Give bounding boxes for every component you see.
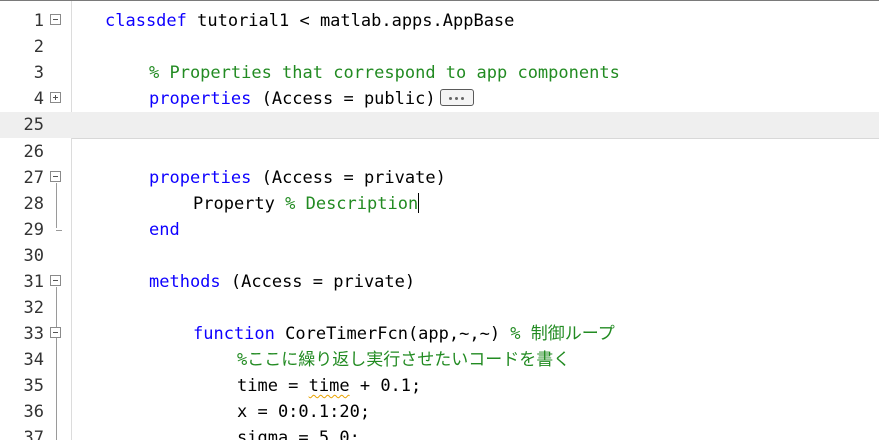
keyword: function <box>193 324 275 344</box>
code-line-37[interactable]: 37 sigma = 5.0; <box>0 425 879 440</box>
fold-collapse-icon[interactable] <box>50 14 61 25</box>
code-text[interactable]: sigma = 5.0; <box>237 425 360 440</box>
code-text[interactable]: properties (Access = public) <box>149 86 474 112</box>
code-identifier: + 0.1; <box>349 376 422 396</box>
code-identifier: tutorial1 < matlab.apps.AppBase <box>186 11 515 31</box>
code-comment[interactable]: % Properties that correspond to app comp… <box>149 60 620 86</box>
code-text[interactable]: classdef tutorial1 < matlab.apps.AppBase <box>105 8 514 34</box>
code-identifier: Property <box>193 194 286 214</box>
code-line-32[interactable]: 32 <box>0 295 879 321</box>
ellipsis-dot-icon <box>448 96 452 100</box>
code-comment: % Description <box>285 194 419 214</box>
code-line-33[interactable]: 33 function CoreTimerFcn(app,~,~) % 制御ルー… <box>0 321 879 347</box>
keyword[interactable]: end <box>149 217 180 243</box>
line-number: 4 <box>33 89 44 109</box>
code-identifier: CoreTimerFcn(app,~,~) <box>274 324 511 344</box>
code-comment: % 制御ループ <box>510 324 615 344</box>
line-number: 26 <box>23 142 44 162</box>
line-number: 36 <box>23 402 44 422</box>
code-identifier: (Access = private) <box>251 168 446 188</box>
code-line-28[interactable]: 28 Property % Description <box>0 191 879 217</box>
keyword: properties <box>149 89 252 109</box>
code-identifier: (Access = public) <box>251 89 436 109</box>
code-identifier: time = <box>237 376 309 396</box>
line-number: 2 <box>33 37 44 57</box>
line-number: 1 <box>33 11 44 31</box>
code-text[interactable]: x = 0:0.1:20; <box>237 399 370 425</box>
code-line-34[interactable]: 34 %ここに繰り返し実行させたいコードを書く <box>0 347 879 373</box>
code-analyzer-warning[interactable]: time <box>309 376 350 396</box>
fold-expand-icon[interactable] <box>50 92 61 103</box>
code-text[interactable]: function CoreTimerFcn(app,~,~) % 制御ループ <box>193 321 615 347</box>
line-number: 34 <box>23 350 44 370</box>
keyword: classdef <box>105 11 187 31</box>
code-text[interactable]: methods (Access = private) <box>149 269 415 295</box>
code-line-27[interactable]: 27 properties (Access = private) <box>0 165 879 191</box>
code-line-30[interactable]: 30 <box>0 243 879 269</box>
code-line-25[interactable]: 25 <box>0 112 879 138</box>
code-line-36[interactable]: 36 x = 0:0.1:20; <box>0 399 879 425</box>
code-identifier: (Access = private) <box>220 272 416 292</box>
code-line-31[interactable]: 31 methods (Access = private) <box>0 269 879 295</box>
code-line-29[interactable]: 29 end <box>0 217 879 243</box>
line-number: 30 <box>23 246 44 266</box>
line-number: 25 <box>23 115 44 135</box>
code-line-4[interactable]: 4 properties (Access = public) <box>0 86 879 112</box>
code-editor[interactable]: 1 classdef tutorial1 < matlab.apps.AppBa… <box>0 0 879 440</box>
line-number: 35 <box>23 376 44 396</box>
collapsed-code-ellipsis-button[interactable] <box>439 88 474 106</box>
fold-end-marker <box>56 230 62 231</box>
code-text[interactable]: properties (Access = private) <box>149 165 446 191</box>
fold-collapse-icon[interactable] <box>50 171 61 182</box>
line-number: 29 <box>23 220 44 240</box>
line-number: 28 <box>23 194 44 214</box>
code-line-1[interactable]: 1 classdef tutorial1 < matlab.apps.AppBa… <box>0 8 879 34</box>
code-line-26[interactable]: 26 <box>0 139 879 165</box>
line-number: 32 <box>23 298 44 318</box>
line-number: 27 <box>23 168 44 188</box>
line-number: 31 <box>23 272 44 292</box>
ellipsis-dot-icon <box>454 96 458 100</box>
fold-collapse-icon[interactable] <box>50 327 61 338</box>
code-line-3[interactable]: 3 % Properties that correspond to app co… <box>0 60 879 86</box>
line-number: 37 <box>23 428 44 440</box>
keyword: methods <box>149 272 221 292</box>
code-comment[interactable]: %ここに繰り返し実行させたいコードを書く <box>237 347 570 373</box>
keyword: properties <box>149 168 252 188</box>
line-number: 33 <box>23 324 44 344</box>
code-text[interactable]: Property % Description <box>193 191 420 217</box>
ellipsis-dot-icon <box>460 96 464 100</box>
code-line-2[interactable]: 2 <box>0 34 879 60</box>
code-text[interactable]: time = time + 0.1; <box>237 373 421 399</box>
fold-collapse-icon[interactable] <box>50 275 61 286</box>
text-cursor <box>418 192 420 213</box>
line-number: 3 <box>33 63 44 83</box>
code-line-35[interactable]: 35 time = time + 0.1; <box>0 373 879 399</box>
